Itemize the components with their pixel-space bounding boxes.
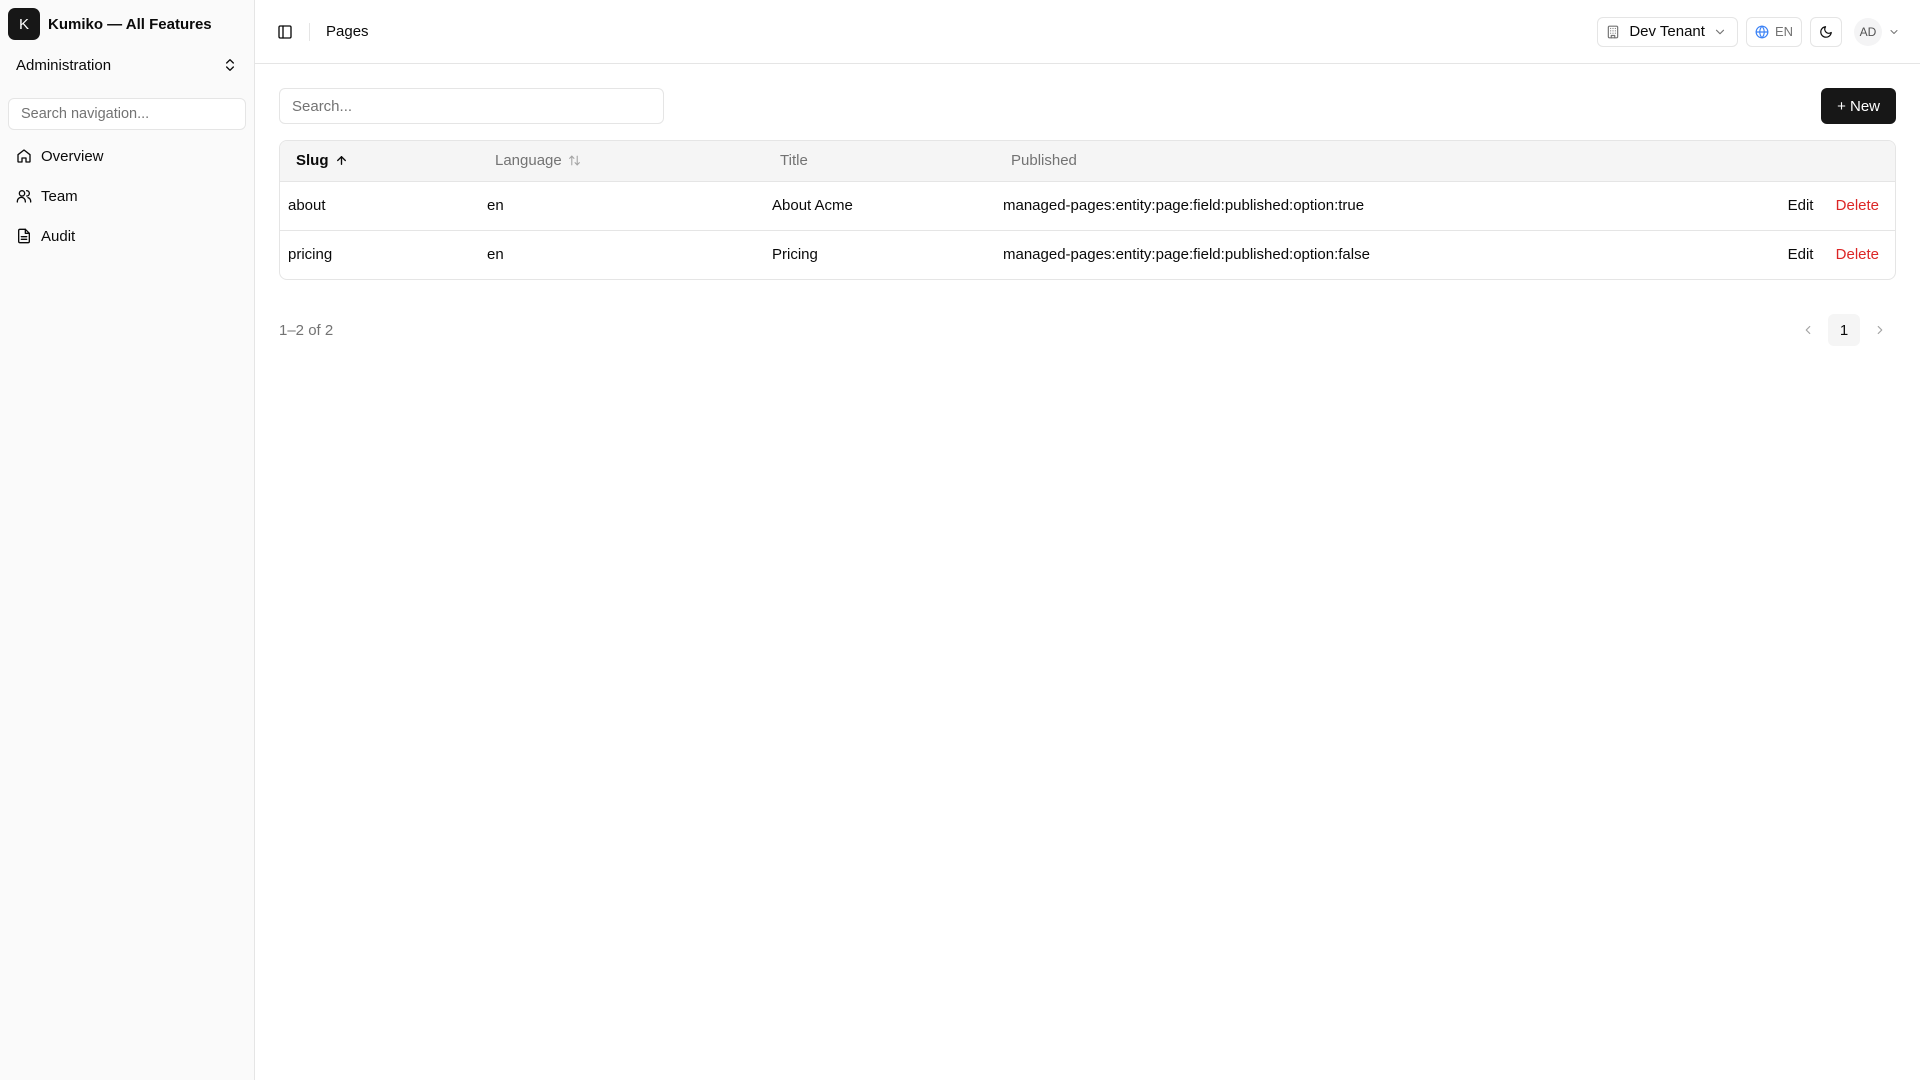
delete-button[interactable]: Delete [1836,246,1879,263]
section-switcher[interactable]: Administration [8,50,246,80]
chevrons-up-down-icon [226,59,234,71]
table-row: pricing en Pricing managed-pages:entity:… [280,230,1895,279]
moon-icon [1820,25,1832,38]
users-icon [16,190,32,203]
cell-published: managed-pages:entity:page:field:publishe… [1003,197,1365,214]
cell-title: About Acme [772,197,853,214]
topbar: Pages Dev Tenant EN AD [255,0,1920,64]
file-text-icon [18,228,30,244]
list-toolbar: + New [279,88,1896,124]
section-switcher-label: Administration [16,56,112,74]
theme-toggle-button[interactable] [1810,16,1842,47]
sidebar-item-overview[interactable]: Overview [8,136,246,176]
cell-slug: about [288,197,326,214]
cell-title: Pricing [772,246,818,264]
cell-slug: pricing [288,246,333,264]
content: + New Slug [255,64,1920,346]
column-header-title[interactable]: Title [764,141,995,181]
topbar-divider [309,22,310,41]
tenant-switcher[interactable]: Dev Tenant [1597,16,1738,47]
column-header-slug[interactable]: Slug [280,141,479,181]
cell-actions: Edit Delete [1745,230,1895,279]
arrow-up-icon [336,156,346,166]
panel-left-icon [278,24,292,39]
new-button[interactable]: + New [1821,88,1896,124]
pagination-controls: 1 [1792,314,1896,346]
previous-page-button[interactable] [1792,314,1824,346]
search-input[interactable] [292,97,651,115]
table-row: about en About Acme managed-pages:entity… [280,181,1895,230]
sidebar-item-team[interactable]: Team [8,176,246,216]
column-header-published[interactable]: Published [995,141,1745,181]
pagination: 1–2 of 2 1 [279,314,1896,346]
edit-button[interactable]: Edit [1788,246,1814,263]
sidebar-item-label: Audit [41,227,76,245]
app-root: K Kumiko — All Features Administration O… [0,0,1920,1080]
page-number-button[interactable]: 1 [1828,314,1860,346]
cell-language: en [487,197,504,214]
main-area: Pages Dev Tenant EN AD Search... + New S… [255,0,1920,1080]
chevron-right-icon [1877,325,1883,335]
column-header-actions [1745,141,1895,181]
tenant-label: Dev Tenant [1629,23,1705,40]
nav-search-box [8,98,246,130]
sidebar-item-label: Team [41,187,78,205]
brand-name: Kumiko — All Features [48,15,212,33]
brand[interactable]: K Kumiko — All Features [0,0,254,48]
avatar: AD [1854,17,1882,46]
user-menu-button[interactable]: AD [1854,17,1900,46]
cell-language: en [487,246,504,264]
nav-list: Overview Team Audit [0,136,254,256]
home-icon [17,149,31,163]
sidebar-item-audit[interactable]: Audit [8,216,246,256]
search-box [279,88,664,124]
brand-logo: K [8,8,40,40]
column-header-language[interactable]: Language [479,141,764,181]
globe-icon [1755,25,1769,38]
chevron-down-icon [1890,29,1898,34]
chevron-left-icon [1805,325,1811,335]
cell-actions: Edit Delete [1745,181,1895,230]
sidebar-item-label: Overview [41,147,104,165]
topbar-actions: Dev Tenant EN AD [1597,16,1900,47]
arrow-up-down-icon [568,155,580,166]
language-label: EN [1774,24,1793,39]
sidebar: K Kumiko — All Features Administration O… [0,0,255,1080]
building-icon [1608,25,1619,38]
nav-search-input[interactable] [21,106,233,122]
pagination-info: 1–2 of 2 [279,321,334,339]
next-page-button[interactable] [1864,314,1896,346]
pages-table: Slug Language Title Published about en A… [279,140,1896,280]
edit-button[interactable]: Edit [1788,197,1814,214]
sidebar-toggle-button[interactable] [271,18,299,46]
table-header-row: Slug Language Title Published [280,141,1895,181]
cell-published: managed-pages:entity:page:field:publishe… [1003,246,1370,264]
breadcrumb: Pages [326,23,369,40]
chevron-down-icon [1715,29,1725,34]
delete-button[interactable]: Delete [1836,197,1879,214]
language-switcher[interactable]: EN [1745,16,1802,47]
